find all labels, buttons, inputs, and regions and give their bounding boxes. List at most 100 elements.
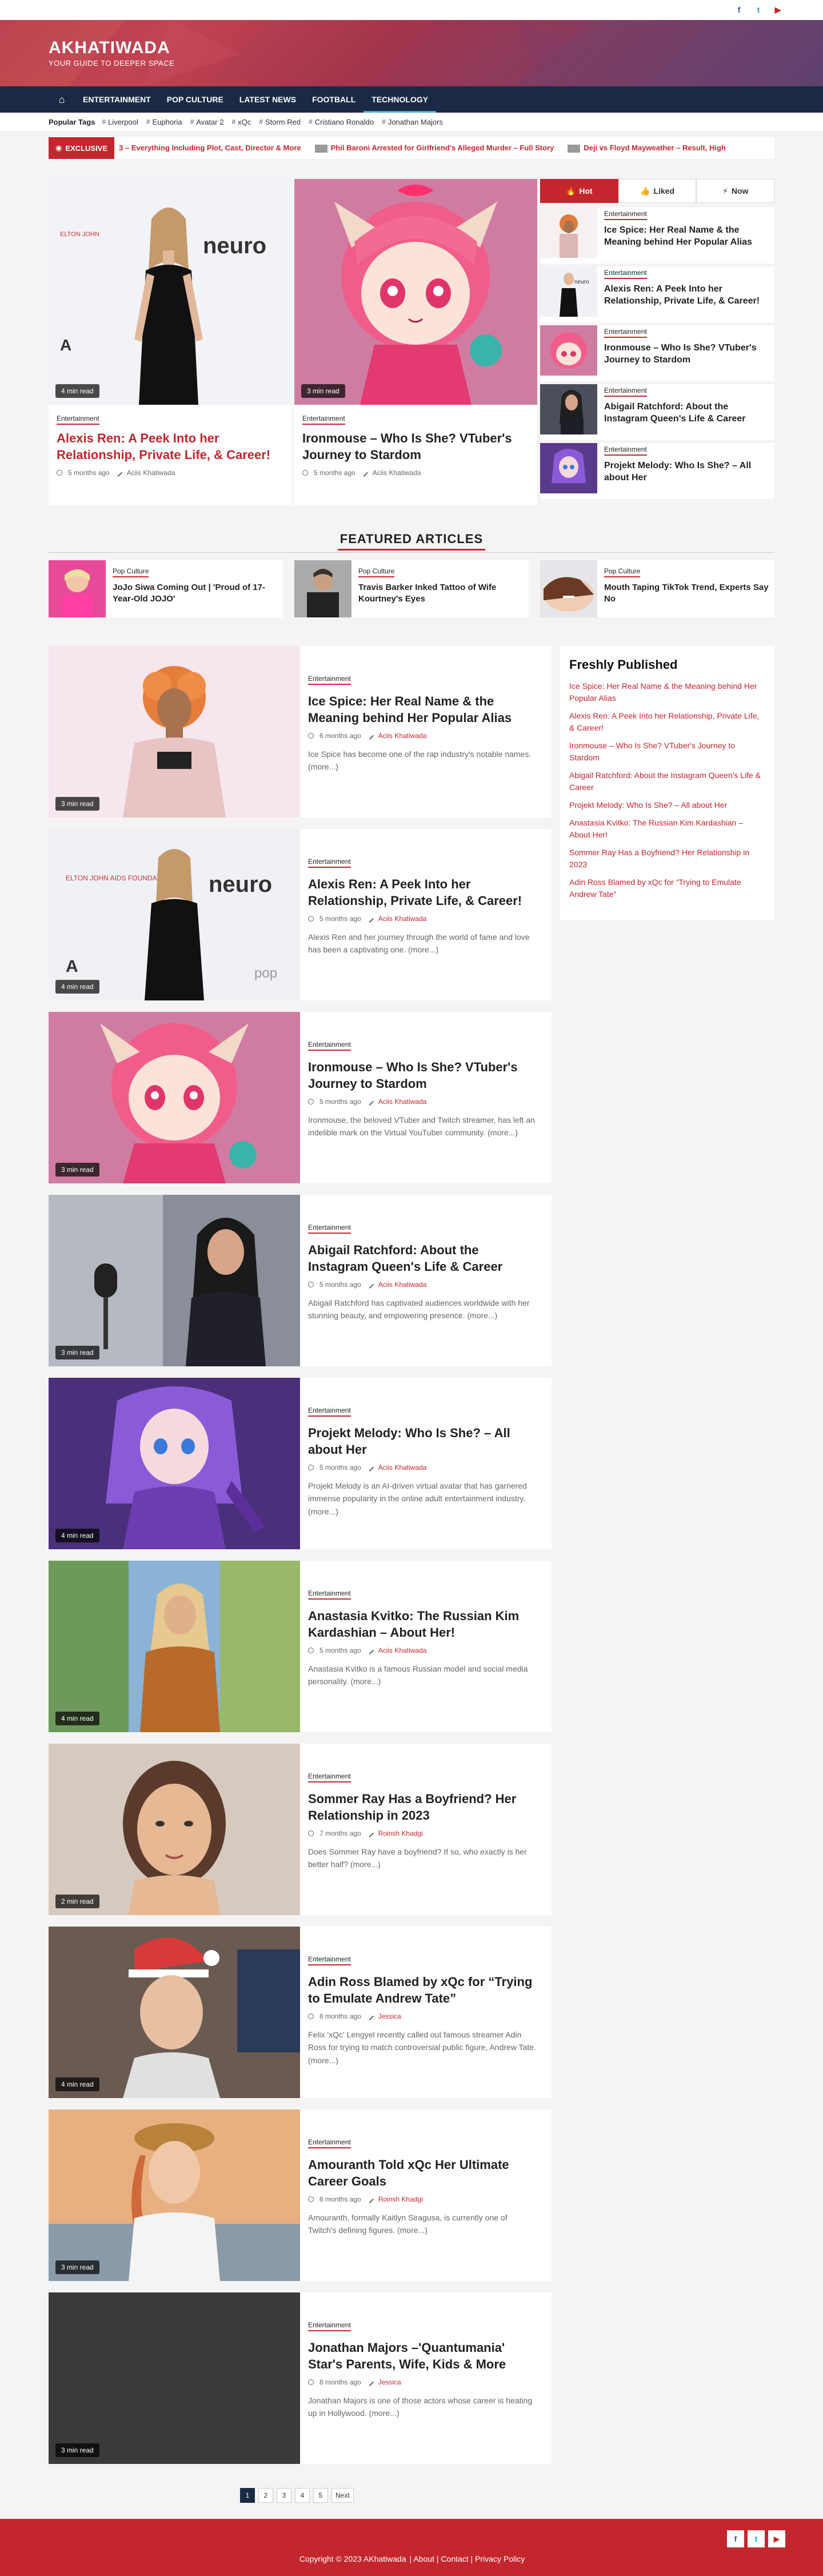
article-image[interactable]: 3 min read — [49, 1195, 300, 1366]
page-link-4[interactable]: 4 — [295, 2488, 310, 2503]
featured-card[interactable]: Pop Culture Travis Barker Inked Tattoo o… — [294, 560, 529, 617]
article-title[interactable]: Sommer Ray Has a Boyfriend? Her Relation… — [308, 1791, 537, 1824]
category-label[interactable]: Entertainment — [308, 1589, 351, 1600]
category-label[interactable]: Entertainment — [604, 445, 647, 456]
side-post-title[interactable]: Projekt Melody: Who Is She? – All about … — [604, 460, 774, 484]
side-post[interactable]: neuro Entertainment Alexis Ren: A Peek I… — [540, 266, 774, 322]
category-label[interactable]: Pop Culture — [358, 567, 395, 577]
side-thumbnail[interactable] — [540, 208, 597, 258]
youtube-icon[interactable]: ▶ — [770, 2, 785, 17]
article-title[interactable]: Alexis Ren: A Peek Into her Relationship… — [308, 876, 537, 909]
article-image[interactable]: 3 min read — [49, 646, 300, 818]
popular-tag[interactable]: # Cristiano Ronaldo — [309, 118, 374, 126]
side-post-title[interactable]: Alexis Ren: A Peek Into her Relationship… — [604, 284, 774, 308]
article-title[interactable]: Projekt Melody: Who Is She? – All about … — [308, 1425, 537, 1458]
category-label[interactable]: Entertainment — [308, 675, 351, 685]
nav-item-entertainment[interactable]: ENTERTAINMENT — [75, 86, 159, 113]
article-image[interactable]: 2 min read — [49, 1744, 300, 1915]
fresh-link[interactable]: Ironmouse – Who Is She? VTuber's Journey… — [569, 740, 765, 764]
fresh-link[interactable]: Ice Spice: Her Real Name & the Meaning b… — [569, 680, 765, 704]
category-label[interactable]: Entertainment — [604, 210, 647, 220]
page-link-2[interactable]: 2 — [258, 2488, 273, 2503]
category-label[interactable]: Entertainment — [308, 1040, 351, 1051]
side-post[interactable]: Entertainment Abigail Ratchford: About t… — [540, 384, 774, 440]
hero-card[interactable]: ELTON JOHN neuro A 4 min read Entertainm… — [49, 179, 291, 505]
category-label[interactable]: Entertainment — [308, 1223, 351, 1234]
featured-thumbnail[interactable] — [49, 560, 106, 617]
side-thumbnail[interactable] — [540, 384, 597, 434]
page-link-3[interactable]: 3 — [277, 2488, 291, 2503]
footer-link-about[interactable]: About — [413, 2554, 434, 2563]
category-label[interactable]: Entertainment — [308, 1955, 351, 1965]
post-author[interactable]: Roinsh Khadgi — [378, 2195, 423, 2203]
tab-now[interactable]: ⚡ Now — [696, 179, 775, 203]
nav-item-latest-news[interactable]: LATEST NEWS — [231, 86, 304, 113]
category-label[interactable]: Entertainment — [308, 1406, 351, 1417]
facebook-icon[interactable]: f — [732, 2, 746, 17]
featured-title[interactable]: Travis Barker Inked Tattoo of Wife Kourt… — [358, 582, 529, 605]
side-post[interactable]: Entertainment Projekt Melody: Who Is She… — [540, 443, 774, 499]
nav-item-football[interactable]: FOOTBALL — [304, 86, 363, 113]
side-thumbnail[interactable] — [540, 325, 597, 376]
article-image[interactable]: 3 min read — [49, 2292, 300, 2464]
category-label[interactable]: Entertainment — [604, 386, 647, 397]
category-label[interactable]: Entertainment — [604, 328, 647, 338]
home-icon[interactable]: ⌂ — [49, 86, 75, 113]
post-author[interactable]: Roinsh Khadgi — [378, 1829, 423, 1837]
post-author[interactable]: Aciis Khatiwada — [378, 1281, 427, 1289]
facebook-icon[interactable]: f — [727, 2530, 744, 2547]
ticker-item[interactable]: 3 – Everything Including Plot, Cast, Dir… — [119, 143, 301, 153]
side-post[interactable]: Entertainment Ice Spice: Her Real Name &… — [540, 208, 774, 264]
tab-hot[interactable]: 🔥 Hot — [540, 179, 618, 203]
side-thumbnail[interactable] — [540, 443, 597, 493]
side-thumbnail[interactable]: neuro — [540, 266, 597, 317]
category-label[interactable]: Pop Culture — [113, 567, 149, 577]
post-author[interactable]: Aciis Khatiwada — [378, 1464, 427, 1472]
hero-title[interactable]: Ironmouse – Who Is She? VTuber's Journey… — [302, 430, 531, 463]
article-card[interactable]: 4 min read Entertainment Adin Ross Blamed … — [49, 1927, 552, 2098]
twitter-icon[interactable]: t — [748, 2530, 765, 2547]
post-author[interactable]: Aciis Khatiwada — [378, 915, 427, 923]
side-post-title[interactable]: Ironmouse – Who Is She? VTuber's Journey… — [604, 342, 774, 366]
featured-card[interactable]: Pop Culture Mouth Taping TikTok Trend, E… — [540, 560, 774, 617]
category-label[interactable]: Entertainment — [308, 2138, 351, 2148]
article-card[interactable]: 3 min read Entertainment Ironmouse – Who I… — [49, 1012, 552, 1183]
category-label[interactable]: Entertainment — [302, 414, 345, 425]
post-author[interactable]: Aciis Khatiwada — [373, 469, 421, 477]
featured-thumbnail[interactable] — [294, 560, 351, 617]
ticker-item[interactable]: Phil Baroni Arrested for Girlfriend's Al… — [314, 143, 554, 153]
fresh-link[interactable]: Anastasia Kvitko: The Russian Kim Kardas… — [569, 817, 765, 841]
article-title[interactable]: Amouranth Told xQc Her Ultimate Career G… — [308, 2156, 537, 2190]
hero-image[interactable]: 3 min read — [294, 179, 537, 405]
article-card[interactable]: 2 min read Entertainment Sommer Ray Has a … — [49, 1744, 552, 1915]
hero-image[interactable]: ELTON JOHN neuro A 4 min read — [49, 179, 291, 405]
post-author[interactable]: Aciis Khatiwada — [378, 1646, 427, 1654]
featured-card[interactable]: Pop Culture JoJo Siwa Coming Out | 'Prou… — [49, 560, 283, 617]
post-author[interactable]: Aciis Khatiwada — [378, 732, 427, 740]
article-card[interactable]: 4 min read Entertainment Anastasia Kvitko:… — [49, 1561, 552, 1732]
side-post[interactable]: Entertainment Ironmouse – Who Is She? VT… — [540, 325, 774, 381]
post-author[interactable]: Aciis Khatiwada — [127, 469, 175, 477]
youtube-icon[interactable]: ▶ — [768, 2530, 785, 2547]
tab-liked[interactable]: 👍 Liked — [618, 179, 697, 203]
article-title[interactable]: Ice Spice: Her Real Name & the Meaning b… — [308, 693, 537, 726]
page-link-5[interactable]: 5 — [313, 2488, 328, 2503]
article-card[interactable]: 3 min read Entertainment Ice Spice: Her Re… — [49, 646, 552, 818]
category-label[interactable]: Entertainment — [308, 2321, 351, 2331]
fresh-link[interactable]: Alexis Ren: A Peek Into her Relationship… — [569, 710, 765, 734]
site-logo[interactable]: AKHATIWADA YOUR GUIDE TO DEEPER SPACE — [49, 38, 174, 67]
article-image[interactable]: 3 min read — [49, 2110, 300, 2281]
article-card[interactable]: 4 min read Entertainment Projekt Melody: W… — [49, 1378, 552, 1549]
article-title[interactable]: Anastasia Kvitko: The Russian Kim Kardas… — [308, 1608, 537, 1641]
category-label[interactable]: Entertainment — [308, 858, 351, 868]
hero-card[interactable]: 3 min read Entertainment Ironmouse – Who… — [294, 179, 537, 505]
article-card[interactable]: 3 min read Entertainment Abigail Ratchford… — [49, 1195, 552, 1366]
article-image[interactable]: ELTON JOHN AIDS FOUNDATION neuro Apop 4 min… — [49, 829, 300, 1000]
article-image[interactable]: 4 min read — [49, 1378, 300, 1549]
popular-tag[interactable]: # Avatar 2 — [190, 118, 224, 126]
article-image[interactable]: 4 min read — [49, 1927, 300, 2098]
fresh-link[interactable]: Adin Ross Blamed by xQc for “Trying to E… — [569, 876, 765, 900]
side-post-title[interactable]: Ice Spice: Her Real Name & the Meaning b… — [604, 225, 774, 249]
article-image[interactable]: 4 min read — [49, 1561, 300, 1732]
article-image[interactable]: 3 min read — [49, 1012, 300, 1183]
